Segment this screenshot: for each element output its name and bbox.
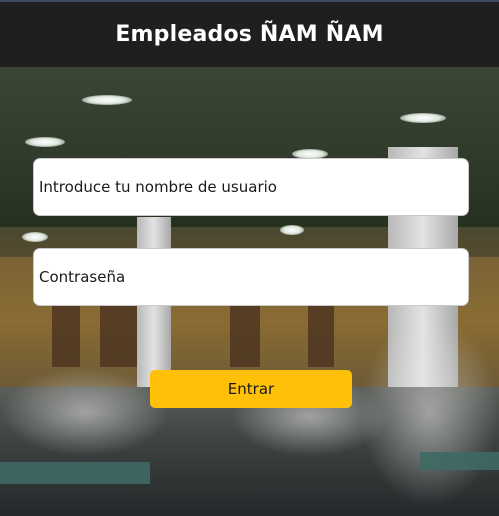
ceiling-light bbox=[280, 225, 304, 235]
ceiling-light bbox=[82, 95, 132, 105]
app-header: Empleados ÑAM ÑAM bbox=[0, 0, 499, 67]
username-placeholder: Introduce tu nombre de usuario bbox=[39, 178, 277, 196]
submit-button[interactable]: Entrar bbox=[150, 370, 352, 408]
ceiling-light bbox=[25, 137, 65, 147]
table bbox=[0, 462, 150, 484]
password-input[interactable]: Contraseña bbox=[33, 248, 469, 306]
submit-button-label: Entrar bbox=[227, 380, 275, 398]
username-input[interactable]: Introduce tu nombre de usuario bbox=[33, 158, 469, 216]
password-placeholder: Contraseña bbox=[39, 268, 126, 286]
ceiling-light bbox=[400, 113, 446, 123]
cobweb-decoration bbox=[0, 367, 170, 457]
table bbox=[420, 452, 499, 470]
page-title: Empleados ÑAM ÑAM bbox=[115, 22, 384, 47]
cobweb-decoration bbox=[360, 317, 499, 507]
ceiling-light bbox=[22, 232, 48, 242]
